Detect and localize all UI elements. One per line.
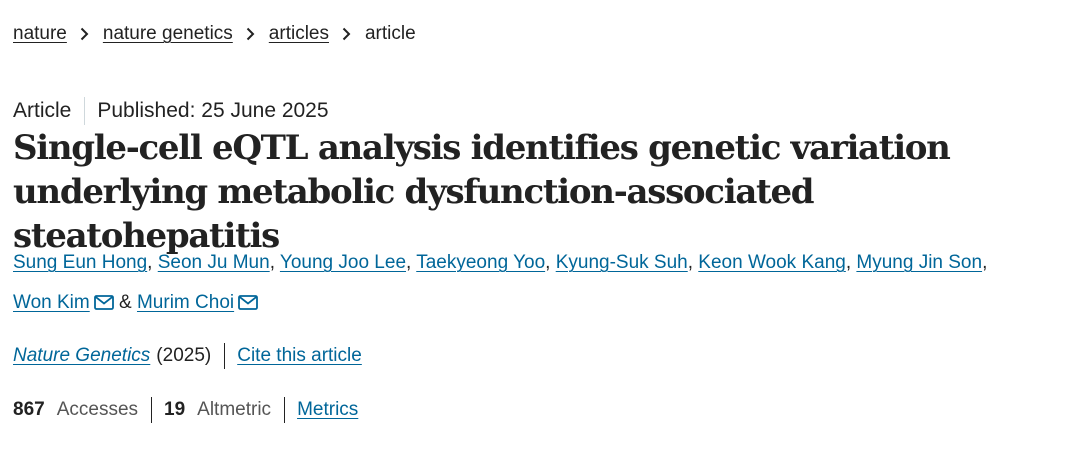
- accesses-label: Accesses: [56, 399, 139, 420]
- accesses-count: 867: [13, 399, 45, 420]
- author-link[interactable]: Keon Wook Kang: [698, 252, 846, 273]
- author-list: Sung Eun Hong, Seon Ju Mun, Young Joo Le…: [13, 243, 1073, 325]
- author-separator: ,: [147, 252, 153, 273]
- citation-divider: [224, 343, 226, 369]
- author-conjunction: &: [119, 292, 132, 313]
- citation-line: Nature Genetics (2025) Cite this article: [13, 342, 362, 370]
- metrics-bar: 867 Accesses 19 Altmetric Metrics: [13, 396, 358, 424]
- author-separator: ,: [269, 252, 275, 273]
- citation-year: (2025): [156, 345, 212, 366]
- metrics-link[interactable]: Metrics: [297, 399, 358, 421]
- author-link[interactable]: Myung Jin Son: [856, 252, 982, 273]
- altmetric-label: Altmetric: [197, 399, 272, 420]
- author-link[interactable]: Seon Ju Mun: [158, 252, 270, 273]
- author-link[interactable]: Won Kim: [13, 292, 90, 313]
- article-type: Article: [13, 99, 72, 122]
- breadcrumb-current: article: [364, 23, 416, 44]
- author-separator: ,: [687, 252, 694, 273]
- altmetric-count: 19: [164, 399, 186, 420]
- cite-this-article-link[interactable]: Cite this article: [237, 345, 362, 367]
- author-link[interactable]: Sung Eun Hong: [13, 252, 147, 273]
- metrics-divider: [284, 397, 286, 423]
- breadcrumb-link-nature-genetics[interactable]: nature genetics: [103, 23, 233, 45]
- breadcrumb: nature nature genetics articles article: [13, 22, 416, 46]
- journal-link[interactable]: Nature Genetics: [13, 345, 150, 367]
- author-link[interactable]: Kyung-Suk Suh: [556, 252, 688, 273]
- article-title: Single-cell eQTL analysis identifies gen…: [13, 128, 951, 256]
- author-link[interactable]: Taekyeong Yoo: [416, 252, 545, 273]
- chevron-right-icon: [329, 27, 365, 41]
- metrics-divider: [151, 397, 153, 423]
- meta-divider: [84, 97, 86, 125]
- author-separator: ,: [406, 252, 412, 273]
- author-separator: ,: [545, 252, 551, 273]
- author-separator: ,: [982, 252, 988, 273]
- chevron-right-icon: [233, 27, 269, 41]
- breadcrumb-link-articles[interactable]: articles: [269, 23, 329, 45]
- chevron-right-icon: [67, 27, 103, 41]
- mail-icon[interactable]: [238, 285, 259, 325]
- author-link[interactable]: Murim Choi: [137, 292, 234, 313]
- published-date: Published: 25 June 2025: [97, 99, 329, 122]
- mail-icon[interactable]: [93, 285, 114, 325]
- author-link[interactable]: Young Joo Lee: [280, 252, 406, 273]
- article-meta: Article Published: 25 June 2025: [13, 97, 329, 125]
- breadcrumb-link-nature[interactable]: nature: [13, 23, 67, 45]
- author-separator: ,: [845, 252, 852, 273]
